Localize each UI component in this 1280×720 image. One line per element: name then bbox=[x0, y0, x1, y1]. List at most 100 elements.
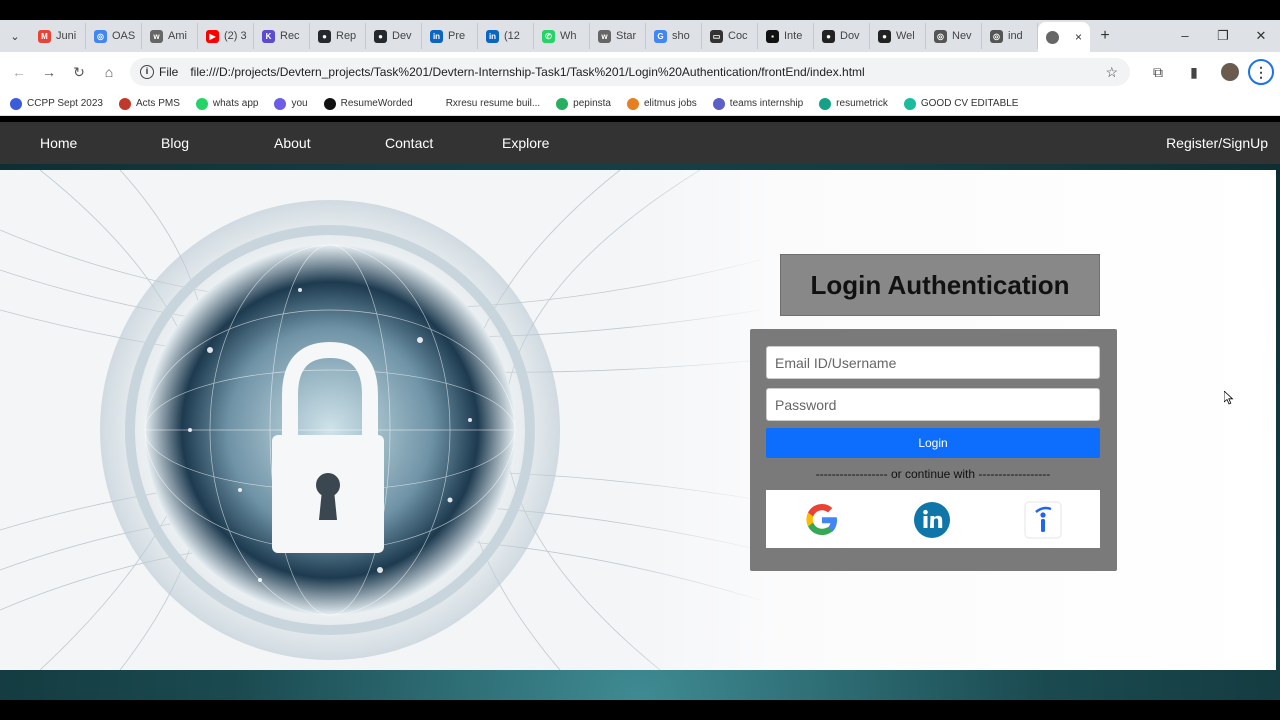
bookmark-item[interactable]: elitmus jobs bbox=[626, 97, 697, 110]
google-icon: G bbox=[654, 29, 667, 43]
bookmark-item[interactable]: you bbox=[274, 97, 308, 110]
tab-label: (2) 3 bbox=[224, 30, 247, 42]
tab-label: Ami bbox=[168, 30, 187, 42]
minimize-button[interactable]: – bbox=[1166, 28, 1204, 44]
close-tab-icon[interactable]: × bbox=[1075, 30, 1082, 44]
tab-label: Rep bbox=[336, 30, 357, 42]
bookmark-item[interactable]: CCPP Sept 2023 bbox=[10, 97, 103, 110]
password-input[interactable] bbox=[766, 388, 1100, 421]
bookmark-item[interactable]: resumetrick bbox=[819, 97, 888, 110]
tab-label: Juni bbox=[56, 30, 77, 42]
browser-tab[interactable]: ▪ Inte bbox=[758, 23, 814, 49]
bookmark-favicon-icon bbox=[428, 97, 441, 110]
forward-button[interactable]: → bbox=[34, 64, 64, 80]
new-tab-button[interactable]: + bbox=[1090, 27, 1120, 45]
social-login-box bbox=[766, 490, 1100, 548]
tab-label: sho bbox=[672, 30, 690, 42]
browser-tab[interactable]: in (12 bbox=[478, 23, 534, 49]
bookmark-favicon-icon bbox=[118, 97, 131, 110]
nav-register-link[interactable]: Register/SignUp bbox=[1166, 135, 1268, 151]
browser-tab[interactable]: ● Dov bbox=[814, 23, 870, 49]
browser-tab[interactable]: K Rec bbox=[254, 23, 310, 49]
screen-bottom-bar bbox=[0, 700, 1280, 720]
menu-kebab-icon[interactable]: ⋮ bbox=[1248, 59, 1274, 85]
browser-tab[interactable]: ✆ Wh bbox=[534, 23, 590, 49]
youtube-icon: ▶ bbox=[206, 29, 219, 43]
linkedin-logo-icon[interactable] bbox=[913, 501, 951, 539]
tab-label: ind bbox=[1008, 30, 1023, 42]
reload-button[interactable]: ↻ bbox=[64, 64, 94, 81]
bookmark-favicon-icon bbox=[556, 97, 569, 110]
browser-tab[interactable]: ◎ Nev bbox=[926, 23, 982, 49]
bookmark-item[interactable]: Rxresu resume buil... bbox=[428, 97, 541, 110]
whatsapp-icon: ✆ bbox=[542, 29, 555, 43]
bookmark-star-icon[interactable]: ☆ bbox=[1105, 64, 1118, 81]
browser-tab[interactable]: w Ami bbox=[142, 23, 198, 49]
browser-tab[interactable]: ● Dev bbox=[366, 23, 422, 49]
indeed-logo-icon[interactable] bbox=[1024, 501, 1062, 539]
tab-label: Wh bbox=[560, 30, 577, 42]
globe-icon bbox=[1046, 30, 1059, 44]
browser-tab[interactable]: ▶ (2) 3 bbox=[198, 23, 254, 49]
browser-tab[interactable]: M Juni bbox=[30, 23, 86, 49]
bookmark-label: Acts PMS bbox=[135, 98, 180, 109]
tab-search-chevron-icon[interactable]: ⌄ bbox=[0, 30, 30, 43]
tab-label: Nev bbox=[952, 30, 972, 42]
login-title-box: Login Authentication bbox=[780, 254, 1100, 316]
tab-active[interactable]: × bbox=[1038, 22, 1090, 52]
bookmark-item[interactable]: teams internship bbox=[712, 97, 803, 110]
address-bar[interactable]: i File file:///D:/projects/Devtern_proje… bbox=[130, 58, 1130, 86]
nav-explore-link[interactable]: Explore bbox=[502, 135, 549, 151]
bookmark-label: you bbox=[291, 98, 308, 109]
side-panel-icon[interactable]: ▮ bbox=[1176, 64, 1212, 81]
bookmark-item[interactable]: whats app bbox=[195, 97, 258, 110]
google-logo-icon[interactable] bbox=[803, 501, 841, 539]
url-text[interactable]: file:///D:/projects/Devtern_projects/Tas… bbox=[190, 65, 864, 79]
browser-tab[interactable]: ● Rep bbox=[310, 23, 366, 49]
bookmark-favicon-icon bbox=[819, 97, 832, 110]
tab-strip: ⌄ M Juni ◎ OAS w Ami ▶ (2) 3 K Rec ● Rep ● Dev in Pre in… bbox=[0, 20, 1280, 52]
nav-home-link[interactable]: Home bbox=[40, 135, 77, 151]
bookmark-item[interactable]: GOOD CV EDITABLE bbox=[903, 97, 1018, 110]
login-button[interactable]: Login bbox=[766, 428, 1100, 458]
browser-tab[interactable]: Gsho bbox=[646, 23, 702, 49]
close-window-button[interactable]: ✕ bbox=[1242, 28, 1280, 44]
nav-contact-link[interactable]: Contact bbox=[385, 135, 433, 151]
nav-about-link[interactable]: About bbox=[274, 135, 311, 151]
email-input[interactable] bbox=[766, 346, 1100, 379]
login-form: Login ------------------ or continue wit… bbox=[750, 329, 1117, 571]
browser-tab[interactable]: ◎ OAS bbox=[86, 23, 142, 49]
browser-tab[interactable]: in Pre bbox=[422, 23, 478, 49]
globe-icon: ◎ bbox=[990, 29, 1003, 43]
tab-label: Wel bbox=[896, 30, 915, 42]
bookmark-favicon-icon bbox=[195, 97, 208, 110]
linkedin-icon: in bbox=[430, 29, 443, 43]
browser-tab[interactable]: ● Wel bbox=[870, 23, 926, 49]
globe-icon: ● bbox=[878, 29, 891, 43]
nav-blog-link[interactable]: Blog bbox=[161, 135, 189, 151]
bookmark-label: Rxresu resume buil... bbox=[445, 98, 541, 109]
linkedin-icon: in bbox=[486, 29, 499, 43]
wiki-icon: w bbox=[150, 29, 163, 43]
bookmark-item[interactable]: Acts PMS bbox=[118, 97, 180, 110]
bookmark-favicon-icon bbox=[323, 97, 336, 110]
toolbar-right: ⧉ ▮ ⋮ bbox=[1140, 52, 1280, 92]
bookmarks-bar: CCPP Sept 2023 Acts PMS whats app you Resume… bbox=[0, 92, 1280, 116]
continue-with-divider: ------------------ or continue with ----… bbox=[815, 467, 1051, 481]
home-button[interactable]: ⌂ bbox=[94, 64, 124, 80]
browser-tab[interactable]: ◎ ind bbox=[982, 23, 1038, 49]
mouse-cursor-icon bbox=[1224, 391, 1234, 405]
browser-tab[interactable]: ▭ Coc bbox=[702, 23, 758, 49]
tab-label: Inte bbox=[784, 30, 803, 42]
bookmark-label: elitmus jobs bbox=[643, 98, 697, 109]
profile-avatar[interactable] bbox=[1221, 63, 1239, 81]
info-icon[interactable]: i bbox=[140, 65, 154, 79]
browser-toolbar: ← → ↻ ⌂ i File file:///D:/projects/Devte… bbox=[0, 52, 1280, 92]
browser-tab[interactable]: w Star bbox=[590, 23, 646, 49]
tab-label: Pre bbox=[448, 30, 466, 42]
bookmark-item[interactable]: pepinsta bbox=[556, 97, 611, 110]
restore-button[interactable]: ❐ bbox=[1204, 28, 1242, 44]
back-button[interactable]: ← bbox=[4, 64, 34, 80]
extensions-icon[interactable]: ⧉ bbox=[1140, 64, 1176, 81]
bookmark-item[interactable]: ResumeWorded bbox=[323, 97, 413, 110]
